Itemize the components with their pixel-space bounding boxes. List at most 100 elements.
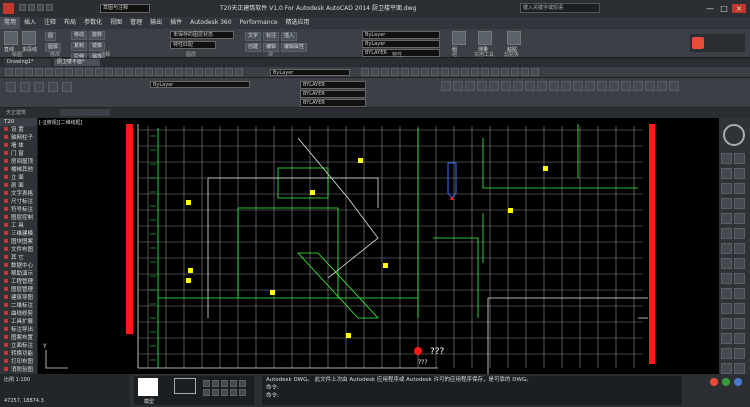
standard-tool-icon-8[interactable] (85, 68, 93, 76)
draw-tool-icon-5[interactable] (411, 68, 419, 76)
right-tool-icon-23[interactable] (734, 318, 745, 329)
standard-tool-icon-21[interactable] (215, 68, 223, 76)
minimize-icon[interactable]: — (704, 4, 716, 13)
draw-tool-icon-15[interactable] (511, 68, 519, 76)
draw-tool-icon-12[interactable] (481, 68, 489, 76)
tianzheng-menu-item-1[interactable]: 轴网柱子 (0, 134, 37, 142)
status-toggle-icon-4[interactable] (239, 380, 246, 387)
menu-item-0[interactable]: 常用 (0, 17, 21, 29)
standard-tool-icon-0[interactable] (5, 68, 13, 76)
tianzheng-menu-item-22[interactable]: 二维标注 (0, 302, 37, 310)
tianzheng-menu-item-16[interactable]: 其 它 (0, 254, 37, 262)
draw-tool-icon-6[interactable] (421, 68, 429, 76)
tray-app-icon[interactable] (710, 378, 718, 386)
tianzheng-tool-icon-3[interactable] (477, 81, 487, 91)
right-tool-icon-26[interactable] (721, 348, 732, 359)
tianzheng-menu-item-11[interactable]: 图层控制 (0, 214, 37, 222)
viewport-label[interactable]: [-][俯视][二维线框] (39, 119, 83, 126)
insert-button[interactable]: 插入 (281, 32, 298, 41)
menu-item-4[interactable]: 参数化 (80, 17, 106, 29)
drawing-canvas[interactable]: Y [-][俯视][二维线框] ??? ??? (38, 118, 719, 374)
tianzheng-tool-icon-13[interactable] (597, 81, 607, 91)
right-tool-icon-25[interactable] (734, 333, 745, 344)
tianzheng-menu-item-10[interactable]: 符号标注 (0, 206, 37, 214)
right-tool-icon-3[interactable] (734, 168, 745, 179)
maximize-icon[interactable]: □ (718, 4, 730, 13)
right-tool-icon-8[interactable] (721, 213, 732, 224)
draw-tool-icon-14[interactable] (501, 68, 509, 76)
workspace-select[interactable]: 草图与注释 (100, 4, 150, 13)
right-tool-icon-0[interactable] (721, 153, 732, 164)
right-tool-icon-15[interactable] (734, 258, 745, 269)
tianzheng-menu-item-6[interactable]: 立 面 (0, 174, 37, 182)
status-toggle-icon-8[interactable] (230, 389, 237, 396)
standard-tool-icon-13[interactable] (135, 68, 143, 76)
palette-tab[interactable] (60, 109, 110, 116)
open-file-icon[interactable] (28, 4, 35, 11)
menu-item-8[interactable]: 插件 (166, 17, 186, 29)
text-button[interactable]: 文字 (245, 32, 262, 41)
paste-icon[interactable] (507, 31, 521, 45)
standard-tool-icon-3[interactable] (35, 68, 43, 76)
tianzheng-menu-item-29[interactable]: 打印布图 (0, 358, 37, 366)
tianzheng-menu-item-3[interactable]: 门 窗 (0, 150, 37, 158)
menu-item-7[interactable]: 输出 (146, 17, 166, 29)
menu-item-9[interactable]: Autodesk 360 (186, 17, 235, 29)
tianzheng-menu-item-12[interactable]: 工 具 (0, 222, 37, 230)
layer-dropdown[interactable]: ByLayer (150, 81, 250, 88)
layer-isolate-icon[interactable] (62, 82, 72, 92)
line-tool-icon[interactable] (4, 31, 18, 45)
tianzheng-tool-icon-18[interactable] (657, 81, 667, 91)
standard-tool-icon-23[interactable] (235, 68, 243, 76)
linetype-select[interactable]: ByLayer (362, 40, 440, 48)
tianzheng-tool-icon-1[interactable] (453, 81, 463, 91)
tianzheng-tool-icon-11[interactable] (573, 81, 583, 91)
save-icon[interactable] (37, 4, 44, 11)
right-tool-icon-21[interactable] (734, 303, 745, 314)
draw-tool-icon-0[interactable] (361, 68, 369, 76)
doc-tab-0[interactable]: Drawing1* (4, 59, 50, 66)
close-icon[interactable]: × (732, 4, 746, 13)
tianzheng-tool-icon-6[interactable] (513, 81, 523, 91)
tianzheng-menu-item-15[interactable]: 文件布图 (0, 246, 37, 254)
tianzheng-tool-icon-15[interactable] (621, 81, 631, 91)
linetype-select-2[interactable]: BYLAYER (300, 90, 366, 98)
standard-tool-icon-11[interactable] (115, 68, 123, 76)
menu-item-5[interactable]: 视图 (106, 17, 126, 29)
group-icon[interactable] (452, 31, 466, 45)
right-tool-icon-27[interactable] (734, 348, 745, 359)
app-logo-icon[interactable] (3, 3, 14, 14)
right-tool-icon-5[interactable] (734, 183, 745, 194)
right-tool-icon-19[interactable] (734, 288, 745, 299)
draw-tool-icon-9[interactable] (451, 68, 459, 76)
tianzheng-menu-item-30[interactable]: 消防验图 (0, 366, 37, 374)
standard-tool-icon-5[interactable] (55, 68, 63, 76)
tianzheng-menu-item-2[interactable]: 墙 体 (0, 142, 37, 150)
tianzheng-tool-icon-7[interactable] (525, 81, 535, 91)
tianzheng-tool-icon-12[interactable] (585, 81, 595, 91)
right-tool-icon-14[interactable] (721, 258, 732, 269)
tianzheng-tool-icon-17[interactable] (645, 81, 655, 91)
standard-tool-icon-17[interactable] (175, 68, 183, 76)
status-toggle-icon-0[interactable] (203, 380, 210, 387)
status-toggle-icon-2[interactable] (221, 380, 228, 387)
standard-tool-icon-20[interactable] (205, 68, 213, 76)
menu-item-1[interactable]: 插入 (20, 17, 40, 29)
tianzheng-tool-icon-9[interactable] (549, 81, 559, 91)
standard-tool-icon-1[interactable] (15, 68, 23, 76)
tianzheng-menu-item-14[interactable]: 图块图案 (0, 238, 37, 246)
layer-freeze-icon[interactable] (34, 82, 44, 92)
layer-off-icon[interactable] (20, 82, 30, 92)
standard-tool-icon-4[interactable] (45, 68, 53, 76)
tianzheng-menu-item-5[interactable]: 楼梯其他 (0, 166, 37, 174)
standard-tool-icon-6[interactable] (65, 68, 73, 76)
draw-tool-icon-4[interactable] (401, 68, 409, 76)
draw-tool-icon-16[interactable] (521, 68, 529, 76)
polyline-tool-icon[interactable] (22, 31, 36, 45)
tianzheng-menu-item-0[interactable]: 设 置 (0, 126, 37, 134)
layer-lock-icon[interactable] (48, 82, 58, 92)
draw-tool-icon-1[interactable] (371, 68, 379, 76)
linetype-select-3[interactable]: BYLAYER (300, 99, 366, 107)
right-tool-icon-29[interactable] (734, 363, 745, 374)
right-tool-icon-20[interactable] (721, 303, 732, 314)
